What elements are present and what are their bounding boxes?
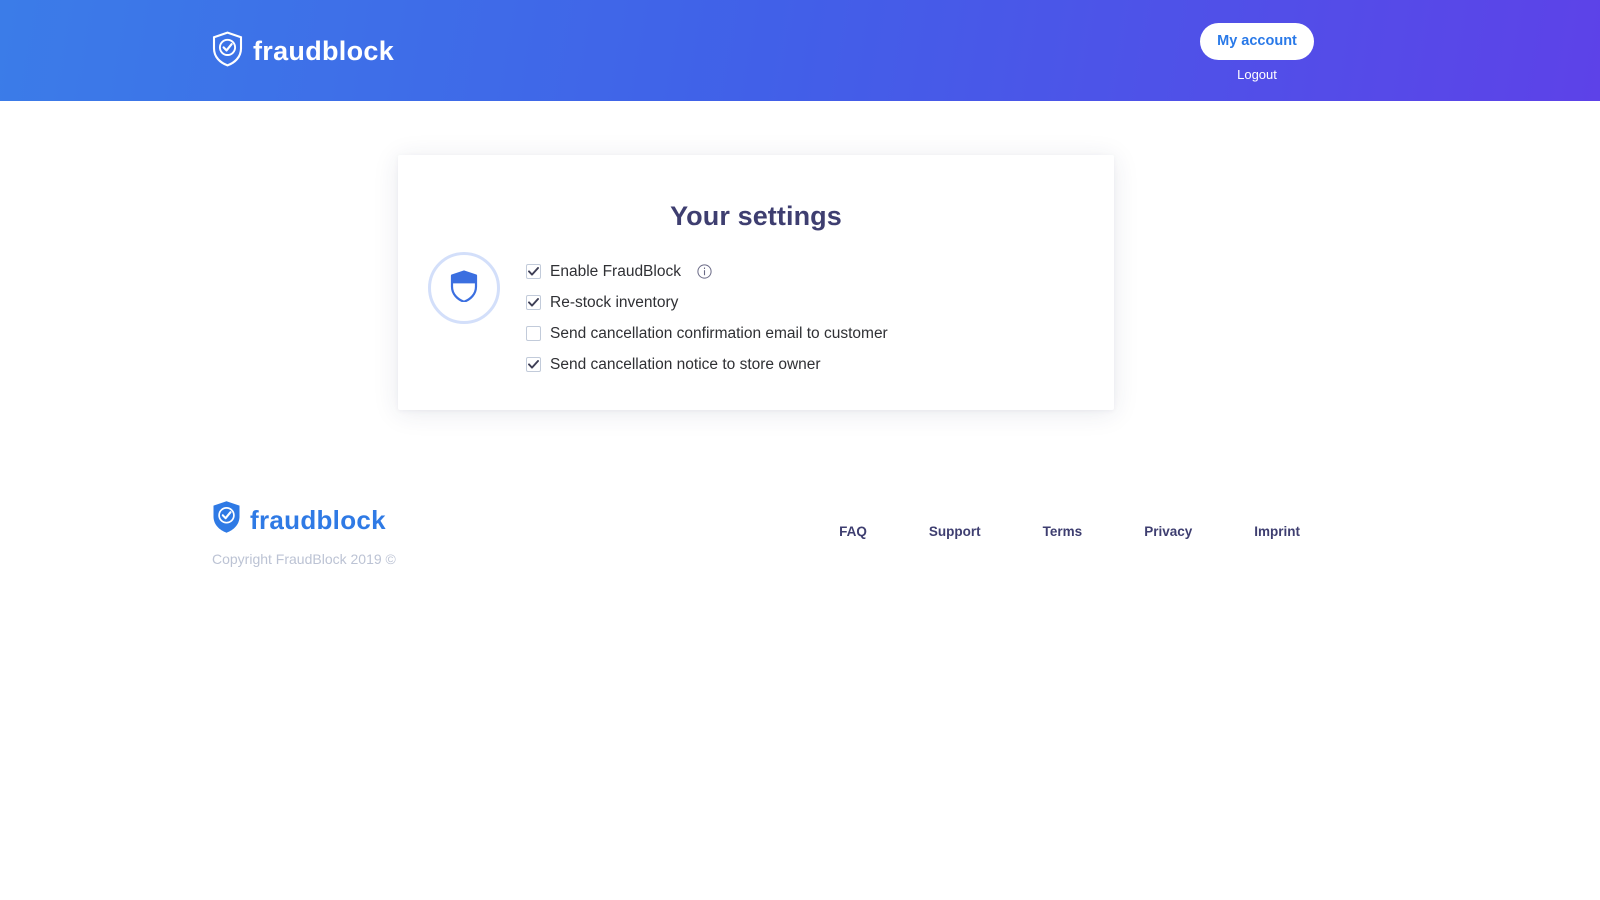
checkbox-restock-inventory[interactable] (526, 295, 541, 310)
footer-logo-text: fraudblock (250, 504, 386, 535)
account-area: My account Logout (1200, 23, 1314, 82)
shield-badge (428, 252, 500, 324)
setting-label: Enable FraudBlock (550, 262, 681, 280)
logout-link[interactable]: Logout (1200, 67, 1314, 82)
setting-row[interactable]: Send cancellation notice to store owner (526, 349, 1114, 380)
setting-label: Re-stock inventory (550, 293, 679, 311)
page-footer: fraudblock Copyright FraudBlock 2019 © F… (0, 461, 1600, 900)
header-logo-text: fraudblock (253, 36, 395, 66)
setting-row[interactable]: Send cancellation confirmation email to … (526, 318, 1114, 349)
page-header: fraudblock My account Logout (0, 0, 1600, 101)
settings-card: Your settings Enable FraudBlock Re-stock… (398, 155, 1114, 410)
page-title: Your settings (670, 201, 842, 231)
setting-label: Send cancellation notice to store owner (550, 355, 821, 373)
settings-body: Enable FraudBlock Re-stock inventory Sen… (398, 252, 1114, 380)
setting-row[interactable]: Enable FraudBlock (526, 256, 1114, 287)
checkbox-send-cancellation-email-customer[interactable] (526, 326, 541, 341)
footer-links: FAQ Support Terms Privacy Imprint (839, 524, 1300, 539)
setting-label: Send cancellation confirmation email to … (550, 324, 888, 342)
footer-link-imprint[interactable]: Imprint (1223, 524, 1300, 539)
footer-link-privacy[interactable]: Privacy (1113, 524, 1223, 539)
copyright-text: Copyright FraudBlock 2019 © (212, 551, 396, 567)
shield-icon (450, 269, 478, 307)
setting-row[interactable]: Re-stock inventory (526, 287, 1114, 318)
footer-link-support[interactable]: Support (898, 524, 1012, 539)
info-circle-icon[interactable] (697, 264, 712, 279)
shield-check-icon (212, 31, 243, 72)
checkbox-send-cancellation-notice-owner[interactable] (526, 357, 541, 372)
checkbox-enable-fraudblock[interactable] (526, 264, 541, 279)
main-content: Your settings Enable FraudBlock Re-stock… (0, 101, 1600, 461)
footer-logo[interactable]: fraudblock (212, 500, 386, 539)
footer-link-faq[interactable]: FAQ (839, 524, 898, 539)
my-account-button[interactable]: My account (1200, 23, 1314, 60)
header-logo[interactable]: fraudblock (212, 31, 394, 72)
shield-check-icon (212, 500, 241, 539)
footer-link-terms[interactable]: Terms (1012, 524, 1114, 539)
